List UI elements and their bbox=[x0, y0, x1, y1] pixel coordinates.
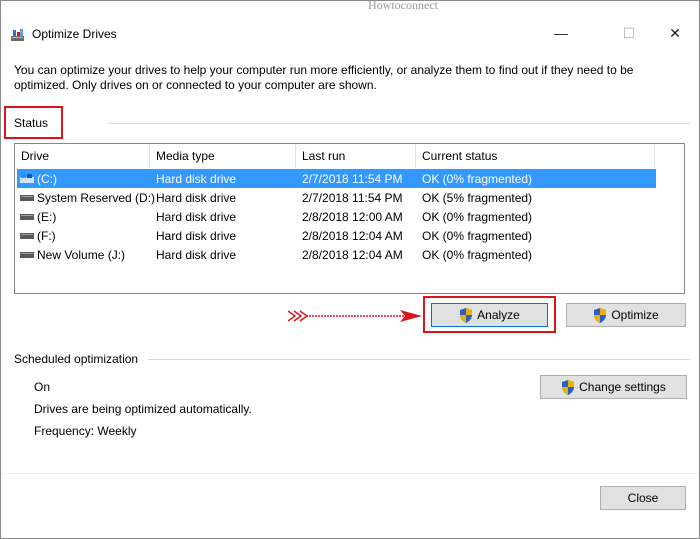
close-label: Close bbox=[627, 491, 659, 505]
optimize-label: Optimize bbox=[611, 308, 659, 322]
drive-row-e[interactable]: (E:) Hard disk drive 2/8/2018 12:00 AM O… bbox=[17, 207, 656, 226]
media-type: Hard disk drive bbox=[156, 248, 237, 262]
last-run: 2/8/2018 12:04 AM bbox=[302, 229, 403, 243]
current-status: OK (0% fragmented) bbox=[422, 172, 533, 186]
schedule-state: On bbox=[34, 380, 51, 394]
scheduled-optimization-label: Scheduled optimization bbox=[14, 352, 139, 366]
window-title: Optimize Drives bbox=[32, 27, 117, 41]
status-divider bbox=[108, 123, 690, 124]
media-type: Hard disk drive bbox=[156, 210, 237, 224]
current-status: OK (0% fragmented) bbox=[422, 210, 533, 224]
drive-name: New Volume (J:) bbox=[37, 248, 126, 262]
scheduled-divider bbox=[148, 359, 690, 360]
drive-name: (C:) bbox=[37, 172, 57, 186]
analyze-button[interactable]: Analyze bbox=[431, 303, 548, 327]
drive-name: System Reserved (D:) bbox=[37, 191, 156, 205]
media-type: Hard disk drive bbox=[156, 191, 237, 205]
minimize-icon: — bbox=[554, 25, 568, 41]
minimize-button[interactable]: — bbox=[538, 18, 584, 48]
maximize-icon: ☐ bbox=[622, 24, 636, 41]
column-header-last-run[interactable]: Last run bbox=[296, 144, 416, 168]
drives-list-header: Drive Media type Last run Current status bbox=[15, 144, 655, 168]
current-status: OK (5% fragmented) bbox=[422, 191, 533, 205]
close-icon: ✕ bbox=[669, 24, 681, 41]
drives-list[interactable]: Drive Media type Last run Current status… bbox=[14, 143, 685, 294]
column-header-media-type[interactable]: Media type bbox=[150, 144, 296, 168]
schedule-detail: Drives are being optimized automatically… bbox=[34, 402, 252, 416]
last-run: 2/8/2018 12:04 AM bbox=[302, 248, 403, 262]
uac-shield-icon bbox=[562, 379, 575, 395]
drive-row-f[interactable]: (F:) Hard disk drive 2/8/2018 12:04 AM O… bbox=[17, 226, 656, 245]
uac-shield-icon bbox=[460, 307, 473, 323]
drive-row-d[interactable]: System Reserved (D:) Hard disk drive 2/7… bbox=[17, 188, 656, 207]
uac-shield-icon bbox=[594, 307, 607, 323]
current-status: OK (0% fragmented) bbox=[422, 229, 533, 243]
drive-row-c[interactable]: (C:) Hard disk drive 2/7/2018 11:54 PM O… bbox=[17, 169, 656, 188]
hard-drive-icon bbox=[20, 233, 34, 239]
system-drive-icon bbox=[20, 174, 34, 183]
close-window-button[interactable]: ✕ bbox=[652, 18, 698, 48]
last-run: 2/7/2018 11:54 PM bbox=[302, 172, 403, 186]
change-settings-button[interactable]: Change settings bbox=[540, 375, 687, 399]
watermark: Howtoconnect bbox=[368, 0, 438, 12]
drive-name: (F:) bbox=[37, 229, 56, 243]
last-run: 2/8/2018 12:00 AM bbox=[302, 210, 403, 224]
hard-drive-icon bbox=[20, 195, 34, 201]
optimize-button[interactable]: Optimize bbox=[566, 303, 686, 327]
close-button[interactable]: Close bbox=[600, 486, 686, 510]
hard-drive-icon bbox=[20, 214, 34, 220]
status-highlight-box bbox=[4, 106, 63, 139]
analyze-label: Analyze bbox=[477, 308, 520, 322]
current-status: OK (0% fragmented) bbox=[422, 248, 533, 262]
column-header-drive[interactable]: Drive bbox=[15, 144, 150, 168]
change-settings-label: Change settings bbox=[579, 380, 666, 394]
annotation-arrow-icon bbox=[288, 310, 422, 322]
drive-name: (E:) bbox=[37, 210, 57, 224]
footer-divider bbox=[1, 473, 699, 474]
media-type: Hard disk drive bbox=[156, 172, 237, 186]
maximize-button[interactable]: ☐ bbox=[606, 18, 652, 48]
hard-drive-icon bbox=[20, 252, 34, 258]
drive-row-j[interactable]: New Volume (J:) Hard disk drive 2/8/2018… bbox=[17, 245, 656, 264]
optimize-drives-app-icon bbox=[11, 29, 24, 41]
media-type: Hard disk drive bbox=[156, 229, 237, 243]
column-header-current-status[interactable]: Current status bbox=[416, 144, 655, 168]
last-run: 2/7/2018 11:54 PM bbox=[302, 191, 403, 205]
description-text: You can optimize your drives to help you… bbox=[14, 63, 634, 92]
schedule-frequency: Frequency: Weekly bbox=[34, 424, 137, 438]
